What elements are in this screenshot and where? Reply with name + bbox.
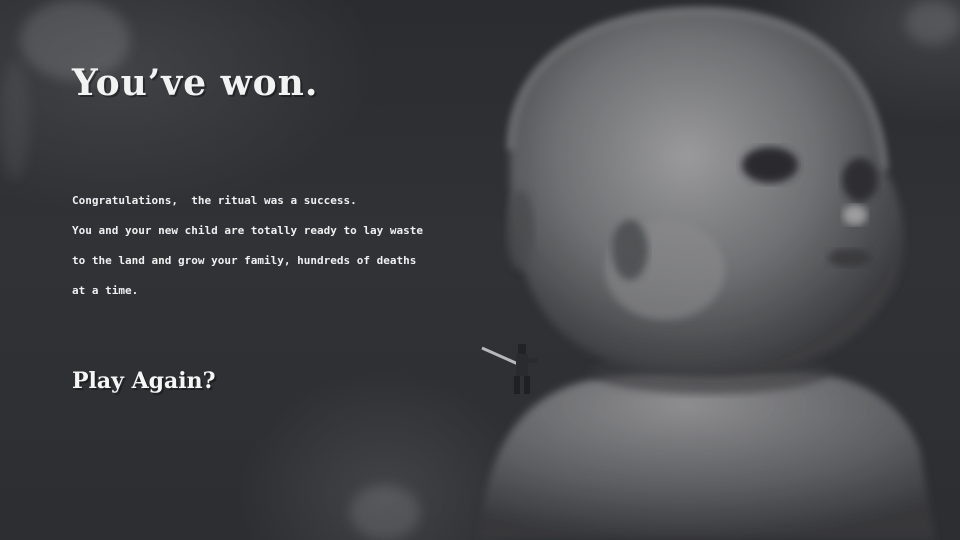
light-glow <box>350 485 420 540</box>
play-again-button[interactable]: Play Again? <box>72 368 216 394</box>
victory-title: You’ve won. <box>72 62 319 104</box>
message-line: to the land and grow your family, hundre… <box>72 254 417 267</box>
light-glow <box>0 60 30 180</box>
baby-portrait <box>440 0 960 540</box>
tiny-warrior-sprite <box>480 338 550 398</box>
victory-message: Congratulations, the ritual was a succes… <box>72 186 472 306</box>
end-screen: You’ve won. Congratulations, the ritual … <box>0 0 960 540</box>
message-line: Congratulations, the ritual was a succes… <box>72 194 357 207</box>
message-line: You and your new child are totally ready… <box>72 224 423 237</box>
message-line: at a time. <box>72 284 139 297</box>
